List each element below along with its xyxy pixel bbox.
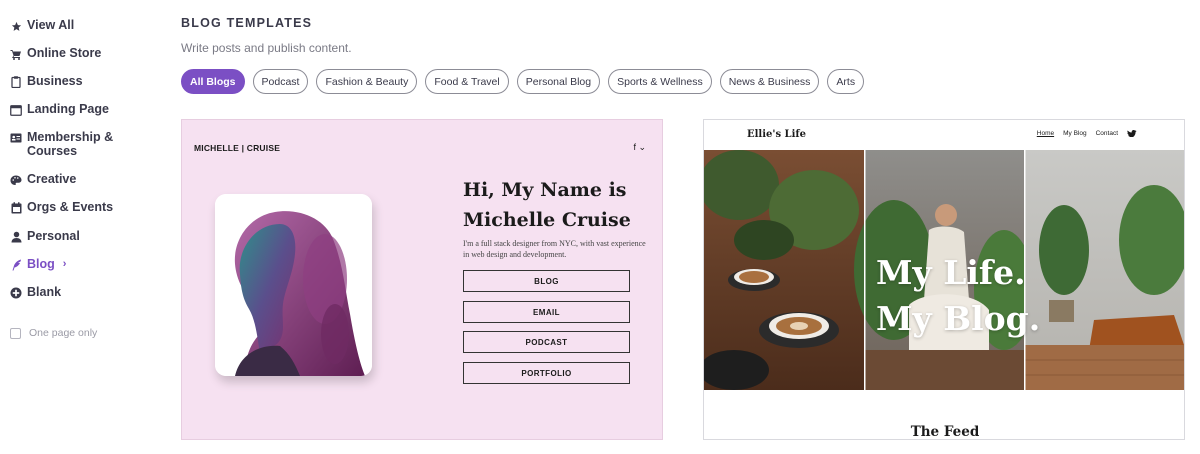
template-button-blog: BLOG	[463, 270, 630, 292]
template-category-sidebar: View All Online Store Business Landing P…	[0, 0, 160, 454]
star-icon	[10, 20, 22, 32]
plus-circle-icon	[10, 287, 22, 299]
chevron-right-icon: ›	[62, 258, 67, 270]
sidebar-item-label: Membership &	[27, 130, 114, 144]
filter-chip-food-travel[interactable]: Food & Travel	[425, 69, 509, 94]
template-button-portfolio: PORTFOLIO	[463, 362, 630, 384]
sidebar-item-label: View All	[27, 18, 75, 32]
sidebar-item-orgs-events[interactable]: Orgs & Events	[0, 200, 160, 214]
sidebar-item-landing-page[interactable]: Landing Page	[0, 102, 160, 116]
portrait-image	[215, 194, 372, 376]
sidebar-item-label: Business	[27, 74, 83, 88]
template-button-podcast: PODCAST	[463, 331, 630, 353]
filter-chip-news-business[interactable]: News & Business	[719, 69, 820, 94]
filter-chip-arts[interactable]: Arts	[827, 69, 865, 94]
template-section-title: The Feed	[910, 424, 980, 440]
sidebar-item-label: Personal	[27, 229, 80, 243]
sidebar-item-view-all[interactable]: View All	[0, 18, 160, 32]
hero-title-line1: Hi, My Name is	[463, 179, 627, 201]
cart-icon	[10, 48, 22, 60]
sidebar-item-membership-courses[interactable]: Membership & Courses	[0, 130, 160, 158]
sidebar-item-personal[interactable]: Personal	[0, 229, 160, 243]
filter-chip-personal-blog[interactable]: Personal Blog	[516, 69, 601, 94]
id-card-icon	[10, 132, 22, 144]
filter-chip-podcast[interactable]: Podcast	[252, 69, 309, 94]
one-page-only-label: One page only	[29, 327, 98, 339]
sidebar-item-blank[interactable]: Blank	[0, 285, 160, 299]
calendar-icon	[10, 202, 22, 214]
sidebar-item-label: Orgs & Events	[27, 200, 114, 214]
sidebar-item-label: Blank	[27, 285, 62, 299]
sidebar-item-online-store[interactable]: Online Store	[0, 46, 160, 60]
template-hero-title: Hi, My Name is Michelle Cruise	[463, 175, 653, 235]
quill-icon	[10, 259, 22, 271]
checkbox-box[interactable]	[10, 327, 21, 339]
palette-icon	[10, 174, 22, 186]
sidebar-item-label: Landing Page	[27, 102, 109, 116]
template-brand: MICHELLE | CRUISE	[194, 143, 281, 153]
filter-chip-fashion-beauty[interactable]: Fashion & Beauty	[316, 69, 418, 94]
category-filter-bar: All Blogs Podcast Fashion & Beauty Food …	[181, 69, 865, 94]
hero-title-line2: My Blog.	[876, 299, 1041, 338]
template-hero-title: My Life. My Blog.	[876, 250, 1040, 342]
template-hero-image: My Life. My Blog.	[704, 150, 1184, 390]
sidebar-item-label: Online Store	[27, 46, 102, 60]
sidebar-item-blog[interactable]: Blog ›	[0, 257, 160, 271]
template-nav-my-blog: My Blog	[1063, 130, 1087, 137]
one-page-only-checkbox[interactable]: One page only	[10, 327, 97, 339]
sidebar-item-label: Creative	[27, 172, 77, 186]
page-title: BLOG TEMPLATES	[181, 16, 313, 30]
hero-title-line1: My Life.	[876, 253, 1026, 292]
clipboard-icon	[10, 76, 22, 88]
facebook-icon: f ⌄	[633, 142, 646, 152]
template-button-email: EMAIL	[463, 301, 630, 323]
window-icon	[10, 104, 22, 116]
template-card-michelle-cruise[interactable]: MICHELLE | CRUISE f ⌄ Hi, My Name is Mic…	[181, 119, 663, 440]
template-nav-home: Home	[1036, 130, 1055, 137]
sidebar-item-label: Blog	[27, 257, 55, 271]
template-nav-contact: Contact	[1095, 130, 1118, 137]
sidebar-item-label-line2: Courses	[27, 144, 78, 158]
template-brand: Ellie's Life	[747, 129, 807, 140]
filter-chip-all-blogs[interactable]: All Blogs	[181, 69, 245, 94]
hero-title-line2: Michelle Cruise	[463, 209, 631, 231]
twitter-icon	[1127, 130, 1137, 139]
person-icon	[10, 231, 22, 243]
sidebar-item-business[interactable]: Business	[0, 74, 160, 88]
filter-chip-sports-wellness[interactable]: Sports & Wellness	[608, 69, 712, 94]
sidebar-item-creative[interactable]: Creative	[0, 172, 160, 186]
page-subtitle: Write posts and publish content.	[181, 41, 352, 55]
template-description: I'm a full stack designer from NYC, with…	[463, 239, 646, 259]
template-nav: Home My Blog Contact	[1037, 130, 1137, 139]
template-card-ellies-life[interactable]: Ellie's Life Home My Blog Contact My Lif…	[703, 119, 1185, 440]
